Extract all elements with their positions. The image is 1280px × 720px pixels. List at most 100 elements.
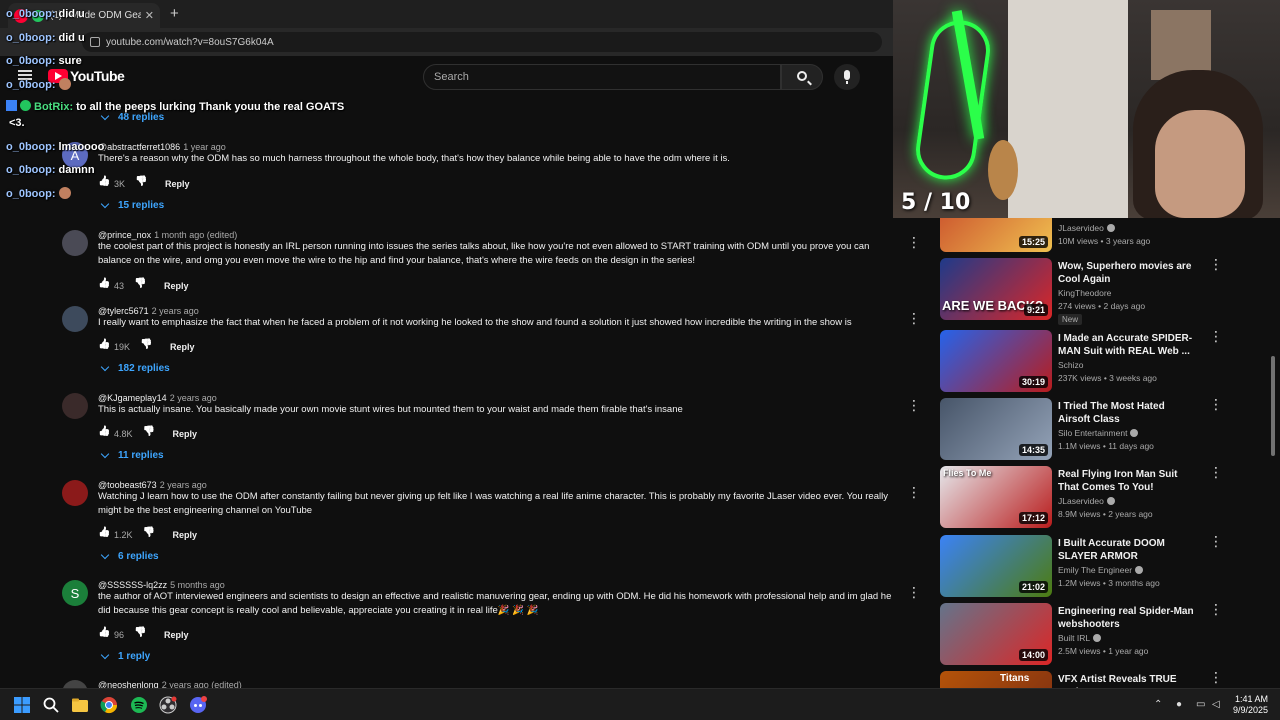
video-duration: 17:12 bbox=[1018, 512, 1048, 524]
video-menu-icon[interactable] bbox=[1209, 533, 1223, 550]
video-channel[interactable]: JLaservideo bbox=[1058, 496, 1115, 506]
video-thumbnail[interactable]: 21:02 bbox=[940, 535, 1052, 597]
video-menu-icon[interactable] bbox=[1209, 396, 1223, 413]
reply-button[interactable]: Reply bbox=[173, 429, 198, 439]
comment-time[interactable]: 5 months ago bbox=[170, 580, 225, 590]
windows-start-icon[interactable] bbox=[13, 696, 31, 714]
comment-menu-icon[interactable] bbox=[907, 584, 921, 601]
dislike-icon[interactable] bbox=[134, 629, 146, 640]
comment-text: This is actually insane. You basically m… bbox=[98, 404, 683, 415]
comment-time[interactable]: 2 years ago bbox=[170, 393, 217, 403]
video-channel[interactable]: Schizo bbox=[1058, 360, 1084, 370]
discord-icon[interactable] bbox=[189, 696, 207, 714]
video-title[interactable]: I Tried The Most Hated Airsoft Class bbox=[1058, 400, 1198, 426]
video-thumbnail[interactable]: ARE WE BACK? 9:21 bbox=[940, 258, 1052, 320]
sidebar-scrollbar[interactable] bbox=[1271, 356, 1275, 456]
video-thumbnail[interactable]: 15:25 bbox=[940, 218, 1052, 252]
video-title[interactable]: Real Flying Iron Man Suit That Comes To … bbox=[1058, 468, 1198, 494]
reply-button[interactable]: Reply bbox=[173, 530, 198, 540]
reply-button[interactable]: Reply bbox=[164, 281, 189, 291]
spotify-icon[interactable] bbox=[130, 696, 148, 714]
search-input[interactable]: Search bbox=[423, 64, 781, 90]
video-title[interactable]: VFX Artist Reveals TRUE Scale bbox=[1058, 673, 1198, 688]
chevron-up-icon[interactable]: ⌃ bbox=[1154, 699, 1162, 710]
comment-menu-icon[interactable] bbox=[907, 310, 921, 327]
reply-button[interactable]: Reply bbox=[170, 342, 195, 352]
recommended-video[interactable]: 14:00 Engineering real Spider-Man websho… bbox=[940, 601, 1270, 665]
video-channel[interactable]: Built IRL bbox=[1058, 633, 1102, 643]
dislike-icon[interactable] bbox=[143, 529, 155, 540]
like-icon[interactable] bbox=[98, 629, 110, 640]
video-views: 274 views • 2 days ago bbox=[1058, 301, 1146, 311]
like-icon[interactable] bbox=[98, 428, 110, 439]
video-menu-icon[interactable] bbox=[1209, 669, 1223, 686]
video-thumbnail[interactable]: 14:35 bbox=[940, 398, 1052, 460]
microphone-icon[interactable]: ● bbox=[1176, 699, 1182, 710]
view-replies-button[interactable]: 1 reply bbox=[100, 650, 150, 662]
comment-time[interactable]: 2 years ago (edited) bbox=[162, 680, 242, 688]
recommended-video[interactable]: Flies To Me 17:12 Real Flying Iron Man S… bbox=[940, 464, 1270, 528]
recommended-video[interactable]: 21:02 I Built Accurate DOOM SLAYER ARMOR… bbox=[940, 533, 1270, 597]
recommended-video[interactable]: 30:19 I Made an Accurate SPIDER-MAN Suit… bbox=[940, 328, 1270, 392]
video-thumbnail[interactable]: 14:00 bbox=[940, 603, 1052, 665]
view-replies-button[interactable]: 11 replies bbox=[100, 449, 164, 461]
video-menu-icon[interactable] bbox=[1209, 464, 1223, 481]
comment-author[interactable]: @SSSSSS-lq2zz bbox=[98, 580, 167, 590]
avatar[interactable] bbox=[62, 480, 88, 506]
comment-menu-icon[interactable] bbox=[907, 484, 921, 501]
comment-menu-icon[interactable] bbox=[907, 397, 921, 414]
view-replies-button[interactable]: 182 replies bbox=[100, 362, 170, 374]
video-menu-icon[interactable] bbox=[1209, 328, 1223, 345]
dislike-icon[interactable] bbox=[143, 428, 155, 439]
recommended-video[interactable]: 14:35 I Tried The Most Hated Airsoft Cla… bbox=[940, 396, 1270, 460]
comment-author[interactable]: @prince_nox bbox=[98, 230, 151, 240]
system-clock[interactable]: 1:41 AM 9/9/2025 bbox=[1226, 694, 1268, 716]
comment-actions: 19K Reply bbox=[98, 341, 195, 352]
recommended-video[interactable]: Titans VFX Artist Reveals TRUE Scale bbox=[940, 669, 1270, 688]
video-channel[interactable]: JLaservideo bbox=[1058, 223, 1115, 233]
search-button[interactable] bbox=[781, 64, 823, 90]
like-icon[interactable] bbox=[98, 529, 110, 540]
network-icon[interactable]: ▭ bbox=[1196, 699, 1205, 710]
dislike-icon[interactable] bbox=[134, 280, 146, 291]
volume-icon[interactable]: ◁ bbox=[1212, 699, 1220, 710]
video-title[interactable]: I Built Accurate DOOM SLAYER ARMOR bbox=[1058, 537, 1198, 563]
comment-author[interactable]: @toobeast673 bbox=[98, 480, 157, 490]
comment-time[interactable]: 1 month ago (edited) bbox=[154, 230, 237, 240]
comment-author[interactable]: @neoshenlong bbox=[98, 680, 159, 688]
comment-time[interactable]: 2 years ago bbox=[160, 480, 207, 490]
video-thumbnail[interactable]: 30:19 bbox=[940, 330, 1052, 392]
comment-time[interactable]: 2 years ago bbox=[152, 306, 199, 316]
like-icon[interactable] bbox=[98, 280, 110, 291]
comment-author[interactable]: @KJgameplay14 bbox=[98, 393, 167, 403]
voice-search-button[interactable] bbox=[834, 64, 860, 90]
file-explorer-icon[interactable] bbox=[71, 696, 89, 714]
recommended-video[interactable]: ARE WE BACK? 9:21 Wow, Superhero movies … bbox=[940, 256, 1270, 325]
video-channel[interactable]: Silo Entertainment bbox=[1058, 428, 1139, 438]
video-title[interactable]: I Made an Accurate SPIDER-MAN Suit with … bbox=[1058, 332, 1198, 358]
view-replies-button[interactable]: 6 replies bbox=[100, 550, 159, 562]
video-thumbnail[interactable]: Titans bbox=[940, 671, 1052, 688]
video-menu-icon[interactable] bbox=[1209, 256, 1223, 273]
video-menu-icon[interactable] bbox=[1209, 601, 1223, 618]
avatar[interactable] bbox=[62, 230, 88, 256]
avatar[interactable]: S bbox=[62, 580, 88, 606]
video-title[interactable]: Engineering real Spider-Man webshooters bbox=[1058, 605, 1198, 631]
avatar[interactable] bbox=[62, 680, 88, 688]
comment-menu-icon[interactable] bbox=[907, 234, 921, 251]
recommended-video[interactable]: 15:25 JLaservideo 10M views • 3 years ag… bbox=[940, 218, 1270, 252]
comment-author[interactable]: @tylerc5671 bbox=[98, 306, 149, 316]
chrome-icon[interactable] bbox=[100, 696, 118, 714]
video-channel[interactable]: Emily The Engineer bbox=[1058, 565, 1144, 575]
comment-actions: 4.8K Reply bbox=[98, 428, 197, 439]
video-title[interactable]: Wow, Superhero movies are Cool Again bbox=[1058, 260, 1198, 286]
like-icon[interactable] bbox=[98, 341, 110, 352]
video-thumbnail[interactable]: Flies To Me 17:12 bbox=[940, 466, 1052, 528]
avatar[interactable] bbox=[62, 306, 88, 332]
search-icon[interactable] bbox=[42, 696, 60, 714]
avatar[interactable] bbox=[62, 393, 88, 419]
video-channel[interactable]: KingTheodore bbox=[1058, 288, 1111, 298]
reply-button[interactable]: Reply bbox=[164, 630, 189, 640]
dislike-icon[interactable] bbox=[140, 341, 152, 352]
obs-icon[interactable] bbox=[159, 696, 177, 714]
